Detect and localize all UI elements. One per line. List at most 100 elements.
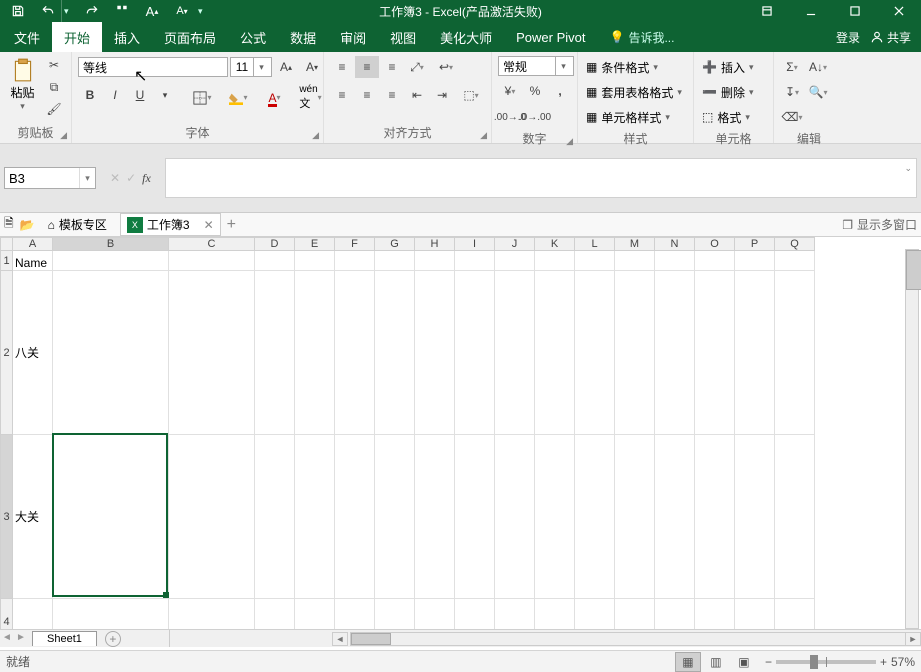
number-launcher-icon[interactable]: ◢	[566, 136, 573, 147]
vertical-scrollbar[interactable]	[905, 249, 921, 629]
cell-O4[interactable]	[695, 599, 735, 630]
col-header-O[interactable]: O	[695, 238, 735, 251]
fill-icon[interactable]: ↧	[780, 81, 804, 103]
cell-P4[interactable]	[735, 599, 775, 630]
formula-bar[interactable]: ⌄	[165, 158, 917, 198]
comma-icon[interactable]: ,	[548, 80, 572, 102]
tell-me[interactable]: 💡告诉我...	[610, 22, 675, 52]
cell-Q4[interactable]	[775, 599, 815, 630]
cell-K1[interactable]	[535, 251, 575, 271]
templates-tab[interactable]: ⌂模板专区	[41, 213, 114, 236]
cell-N3[interactable]	[655, 435, 695, 599]
tab-beautify[interactable]: 美化大师	[428, 22, 504, 52]
clipboard-launcher-icon[interactable]: ◢	[60, 130, 67, 141]
formatpainter-icon[interactable]: 🖌	[43, 100, 65, 118]
border-button[interactable]	[185, 84, 220, 111]
col-header-D[interactable]: D	[255, 238, 295, 251]
ribbonmode-icon[interactable]	[745, 0, 789, 22]
cancel-formula-icon[interactable]: ✕	[110, 171, 120, 186]
font-dec-icon[interactable]: A▾	[168, 0, 196, 22]
cell-K2[interactable]	[535, 271, 575, 435]
orientation-icon[interactable]: ⤢	[405, 56, 429, 78]
cell-O1[interactable]	[695, 251, 735, 271]
col-header-C[interactable]: C	[169, 238, 255, 251]
bold-button[interactable]: B	[78, 84, 102, 106]
tab-pagelayout[interactable]: 页面布局	[152, 22, 228, 52]
cell-B2[interactable]	[53, 271, 169, 435]
col-header-F[interactable]: F	[335, 238, 375, 251]
cell-G2[interactable]	[375, 271, 415, 435]
find-icon[interactable]: 🔍	[806, 81, 830, 103]
clear-icon[interactable]: ⌫	[780, 106, 804, 128]
cell-B4[interactable]	[53, 599, 169, 630]
sort-icon[interactable]: A↓	[806, 56, 830, 78]
row-header-1[interactable]: 1	[1, 251, 13, 271]
tab-view[interactable]: 视图	[378, 22, 428, 52]
close-icon[interactable]	[877, 0, 921, 22]
underline-button[interactable]: U	[128, 84, 152, 106]
sheet-nav-next-icon[interactable]: ►	[14, 632, 28, 646]
sheet-tab[interactable]: Sheet1	[32, 631, 97, 646]
tab-review[interactable]: 审阅	[328, 22, 378, 52]
cond-format-button[interactable]: ▦条件格式▾	[584, 56, 660, 78]
redo-icon[interactable]	[78, 0, 106, 22]
touchmode-icon[interactable]	[108, 0, 136, 22]
select-all-corner[interactable]	[1, 238, 13, 251]
col-header-L[interactable]: L	[575, 238, 615, 251]
col-header-Q[interactable]: Q	[775, 238, 815, 251]
row-header-2[interactable]: 2	[1, 271, 13, 435]
cell-M4[interactable]	[615, 599, 655, 630]
merge-icon[interactable]: ⬚	[455, 84, 487, 106]
cell-J4[interactable]	[495, 599, 535, 630]
tab-powerpivot[interactable]: Power Pivot	[504, 22, 597, 52]
cell-C2[interactable]	[169, 271, 255, 435]
phonetic-button[interactable]: wén文	[293, 84, 328, 111]
cell-D2[interactable]	[255, 271, 295, 435]
cell-C4[interactable]	[169, 599, 255, 630]
cell-I1[interactable]	[455, 251, 495, 271]
table-format-button[interactable]: ▦套用表格格式▾	[584, 81, 684, 103]
cell-A4[interactable]	[13, 599, 53, 630]
col-header-K[interactable]: K	[535, 238, 575, 251]
col-header-H[interactable]: H	[415, 238, 455, 251]
cell-J1[interactable]	[495, 251, 535, 271]
number-format-combo[interactable]: ▾	[498, 56, 574, 76]
cell-D4[interactable]	[255, 599, 295, 630]
copy-icon[interactable]: ⧉	[43, 78, 65, 96]
tab-insert[interactable]: 插入	[102, 22, 152, 52]
cell-H1[interactable]	[415, 251, 455, 271]
tab-formulas[interactable]: 公式	[228, 22, 278, 52]
zoom-in-icon[interactable]: +	[880, 655, 887, 669]
autosum-icon[interactable]: Σ	[780, 56, 804, 78]
cell-F1[interactable]	[335, 251, 375, 271]
tab-file[interactable]: 文件	[2, 22, 52, 52]
font-inc-icon[interactable]: A▴	[138, 0, 166, 22]
cell-O2[interactable]	[695, 271, 735, 435]
cell-E1[interactable]	[295, 251, 335, 271]
undo-more-icon[interactable]: ▾	[64, 6, 76, 17]
underline-menu-icon[interactable]: ▾	[153, 84, 177, 106]
cell-P3[interactable]	[735, 435, 775, 599]
col-header-G[interactable]: G	[375, 238, 415, 251]
cell-L3[interactable]	[575, 435, 615, 599]
workbook-tab[interactable]: X工作簿3✕	[120, 213, 221, 236]
cell-M3[interactable]	[615, 435, 655, 599]
cell-G1[interactable]	[375, 251, 415, 271]
align-launcher-icon[interactable]: ◢	[480, 130, 487, 141]
qat-customize-icon[interactable]: ▾	[198, 6, 210, 17]
tab-home[interactable]: 开始	[52, 22, 102, 52]
align-middle-icon[interactable]: ≡	[355, 56, 379, 78]
col-header-M[interactable]: M	[615, 238, 655, 251]
col-header-N[interactable]: N	[655, 238, 695, 251]
format-cells-button[interactable]: ⬚格式▾	[700, 106, 752, 128]
col-header-I[interactable]: I	[455, 238, 495, 251]
maximize-icon[interactable]	[833, 0, 877, 22]
expand-formula-icon[interactable]: ⌄	[904, 163, 912, 174]
cell-P1[interactable]	[735, 251, 775, 271]
zoom-value[interactable]: 57%	[891, 655, 915, 669]
fillcolor-button[interactable]	[221, 84, 256, 111]
row-header-4[interactable]: 4	[1, 599, 13, 630]
cell-P2[interactable]	[735, 271, 775, 435]
name-box[interactable]: ▾	[4, 167, 96, 189]
percent-icon[interactable]: %	[523, 80, 547, 102]
